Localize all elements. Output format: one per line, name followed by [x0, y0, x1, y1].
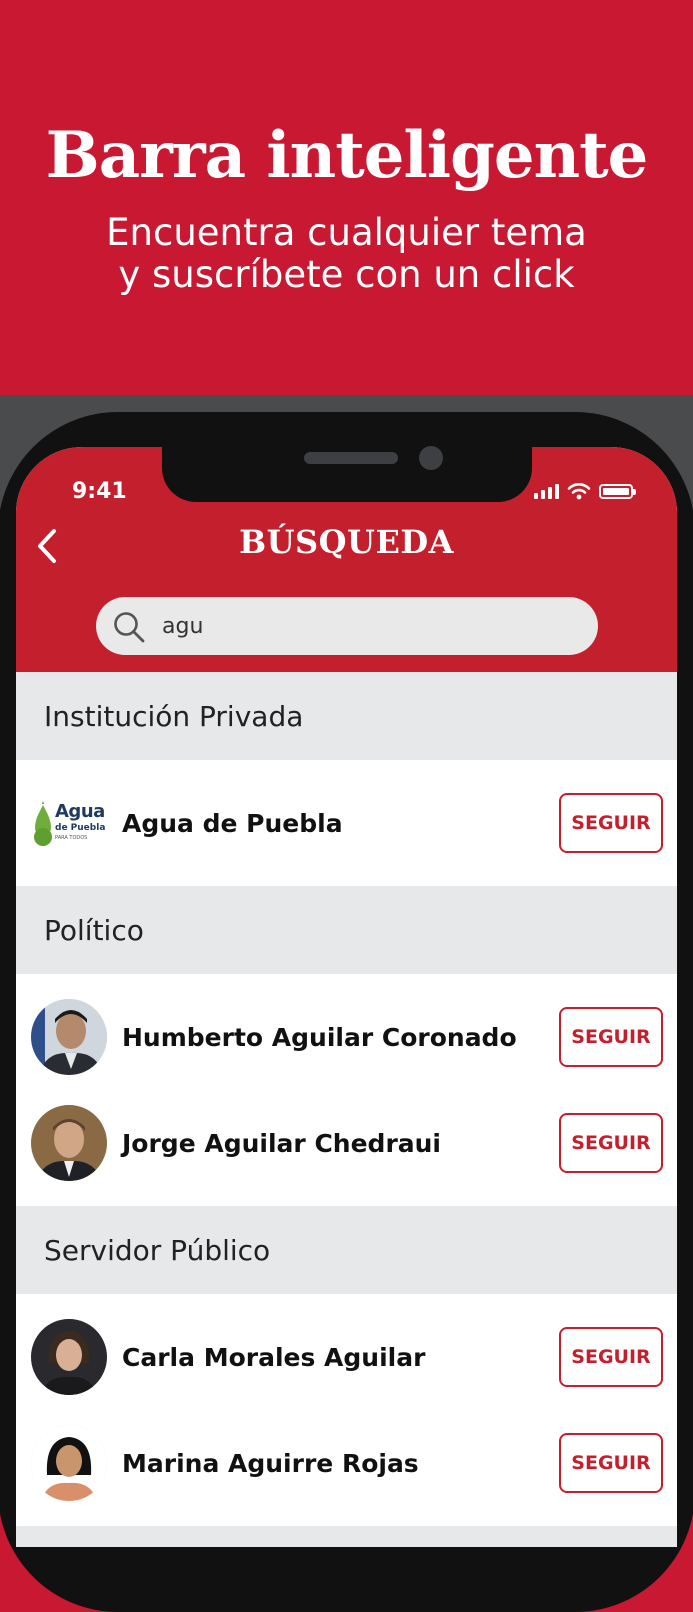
- section-header-politico: Político: [16, 886, 677, 974]
- section-header-institucion-privada: Institución Privada: [16, 672, 677, 760]
- result-row-humberto-aguilar-coronado[interactable]: Humberto Aguilar Coronado SEGUIR: [16, 984, 677, 1090]
- promo-subtitle-line2: y suscríbete con un click: [118, 253, 575, 296]
- phone-notch: [162, 436, 532, 502]
- cellular-signal-icon: [534, 483, 559, 499]
- water-drop-icon: [34, 801, 52, 846]
- avatar: [31, 999, 107, 1075]
- phone-speaker: [304, 452, 398, 464]
- section-items-politico: Humberto Aguilar Coronado SEGUIR Jorge A…: [16, 974, 677, 1206]
- result-name: Humberto Aguilar Coronado: [122, 1022, 517, 1052]
- next-section-header: [16, 1526, 677, 1547]
- search-icon: [114, 612, 145, 643]
- avatar: [31, 1425, 107, 1501]
- logo-sub: de Puebla: [55, 823, 106, 833]
- section-header-servidor-publico: Servidor Público: [16, 1206, 677, 1294]
- result-row-agua-de-puebla[interactable]: Agua de Puebla PARA TODOS Agua de Puebla…: [16, 770, 677, 876]
- result-row-carla-morales-aguilar[interactable]: Carla Morales Aguilar SEGUIR: [16, 1304, 677, 1410]
- follow-button[interactable]: SEGUIR: [559, 1327, 663, 1387]
- promo-banner: Barra inteligente Encuentra cualquier te…: [0, 0, 693, 395]
- page-title: BÚSQUEDA: [239, 523, 454, 561]
- result-name: Jorge Aguilar Chedraui: [122, 1128, 442, 1158]
- result-name: Marina Aguirre Rojas: [122, 1448, 419, 1478]
- section-items-institucion-privada: Agua de Puebla PARA TODOS Agua de Puebla…: [16, 760, 677, 886]
- logo-text: Agua: [55, 801, 105, 822]
- agua-de-puebla-logo: Agua de Puebla PARA TODOS: [31, 795, 107, 851]
- follow-button[interactable]: SEGUIR: [559, 1007, 663, 1067]
- search-results: Institución Privada Agua de Puebla PARA …: [16, 672, 677, 1547]
- section-items-servidor-publico: Carla Morales Aguilar SEGUIR Marina Agui…: [16, 1294, 677, 1526]
- status-time: 9:41: [72, 479, 127, 504]
- result-name: Agua de Puebla: [122, 808, 343, 838]
- result-row-jorge-aguilar-chedraui[interactable]: Jorge Aguilar Chedraui SEGUIR: [16, 1090, 677, 1196]
- promo-subtitle: Encuentra cualquier tema y suscríbete co…: [0, 212, 693, 296]
- phone-screen: 9:41 BÚSQUEDA Instit: [16, 447, 677, 1547]
- status-icons: [534, 481, 636, 501]
- search-bar[interactable]: [96, 597, 598, 655]
- avatar: [31, 1105, 107, 1181]
- follow-button[interactable]: SEGUIR: [559, 793, 663, 853]
- promo-subtitle-line1: Encuentra cualquier tema: [106, 211, 587, 254]
- logo-tag: PARA TODOS: [55, 835, 88, 841]
- follow-button[interactable]: SEGUIR: [559, 1113, 663, 1173]
- result-name: Carla Morales Aguilar: [122, 1342, 426, 1372]
- battery-icon: [599, 483, 636, 499]
- wifi-icon: [567, 483, 591, 500]
- result-row-marina-aguirre-rojas[interactable]: Marina Aguirre Rojas SEGUIR: [16, 1410, 677, 1516]
- avatar: [31, 1319, 107, 1395]
- promo-title: Barra inteligente: [45, 118, 649, 193]
- phone-camera: [419, 446, 443, 470]
- search-input[interactable]: [162, 597, 582, 655]
- follow-button[interactable]: SEGUIR: [559, 1433, 663, 1493]
